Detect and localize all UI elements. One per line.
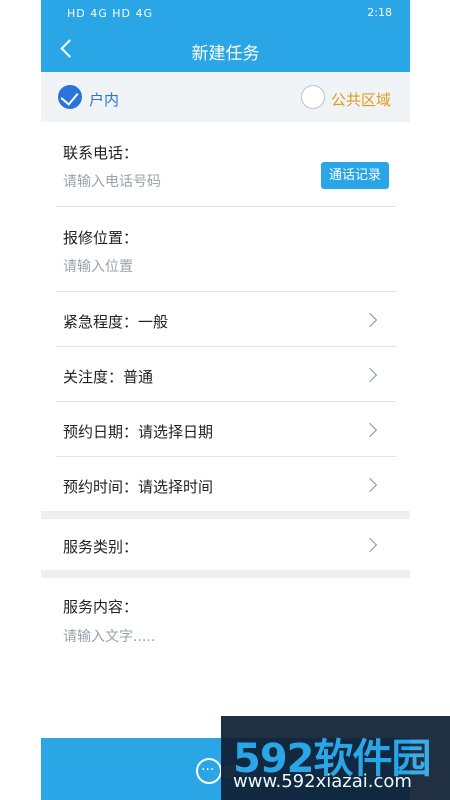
chevron-right-icon[interactable] [362,312,378,328]
check-icon[interactable] [58,85,82,109]
chevron-right-icon[interactable] [362,422,378,438]
appointment-date-row[interactable]: 预约日期：请选择日期 [63,421,213,442]
urgency-row[interactable]: 紧急程度：一般 [63,311,168,332]
service-content-input[interactable]: 请输入文字..... [63,626,155,646]
location-label: 报修位置： [63,229,139,247]
phone-input[interactable]: 请输入电话号码 [63,171,161,191]
area-type-selector: 户内 公共区域 [41,72,410,122]
divider [56,346,396,347]
app-screen: HD 4G HD 4G 2:18 新建任务 户内 公共区域 联系电话： 请输入电… [41,0,410,800]
signal-info: HD 4G HD 4G [67,7,154,20]
submit-icon[interactable] [196,758,222,784]
divider [56,291,396,292]
top-bar: 新建任务 [41,28,410,72]
service-content-label: 服务内容： [63,598,139,616]
chevron-right-icon[interactable] [362,477,378,493]
call-history-button[interactable]: 通话记录 [321,162,389,189]
option-indoor[interactable]: 户内 [89,89,119,110]
section-gap [41,570,410,578]
watermark-url: www.592xiazai.com [233,771,412,792]
watermark: 592软件园 www.592xiazai.com [221,716,450,800]
divider [56,401,396,402]
option-public[interactable]: 公共区域 [331,89,391,110]
chevron-right-icon[interactable] [362,367,378,383]
chevron-right-icon[interactable] [362,537,378,553]
page-title: 新建任务 [191,44,260,64]
service-type-row[interactable]: 服务类别： [63,536,138,557]
radio-icon[interactable] [301,85,325,109]
clock: 2:18 [367,6,392,19]
section-gap [41,511,410,519]
appointment-time-row[interactable]: 预约时间：请选择时间 [63,476,213,497]
location-input[interactable]: 请输入位置 [63,256,133,276]
attention-row[interactable]: 关注度：普通 [63,366,153,387]
divider [56,456,396,457]
status-bar: HD 4G HD 4G 2:18 [41,0,410,28]
divider [56,206,396,207]
phone-label: 联系电话： [63,144,139,162]
